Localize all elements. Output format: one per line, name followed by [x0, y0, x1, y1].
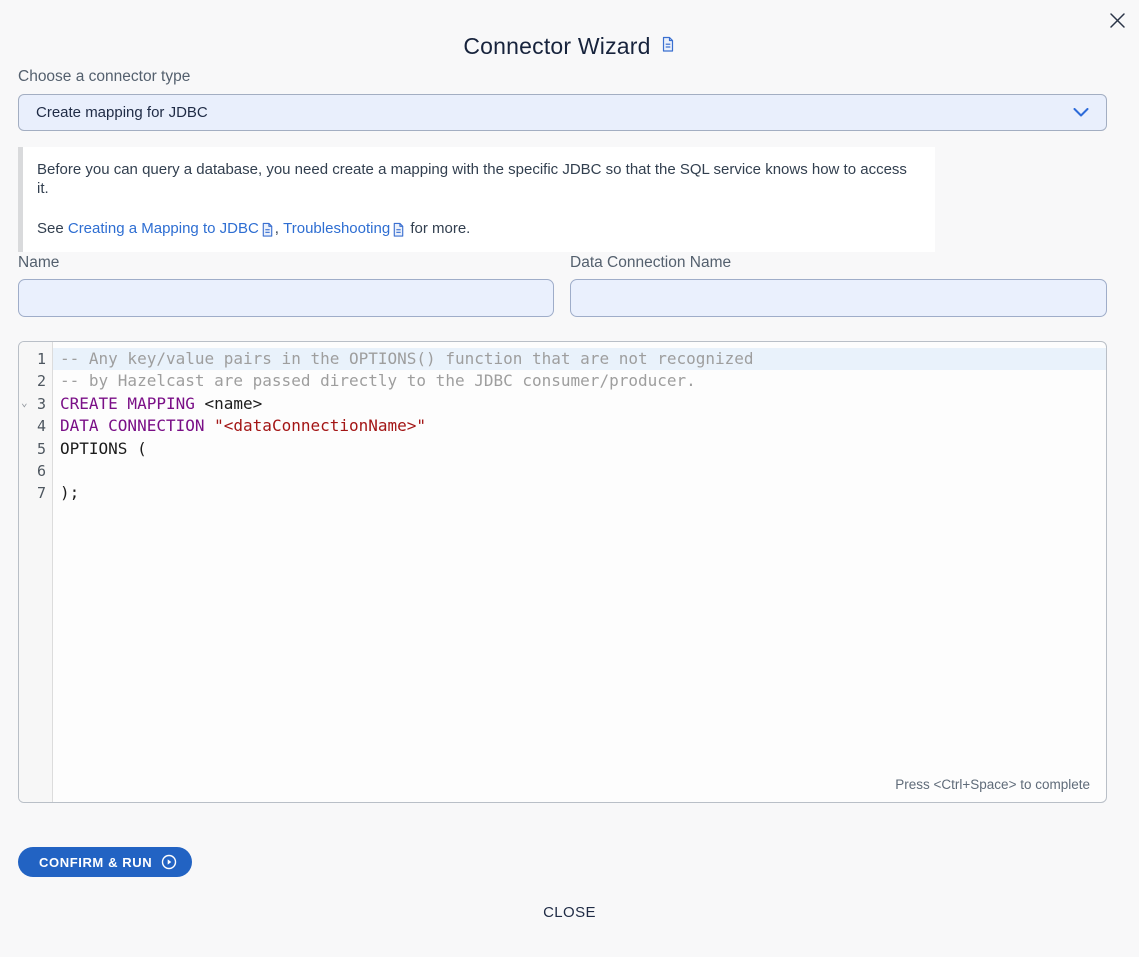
data-connection-name-input[interactable] [570, 279, 1107, 317]
line-number: 4 [19, 415, 52, 437]
code-line[interactable]: DATA CONNECTION "<dataConnectionName>" [53, 415, 1106, 437]
code-line[interactable]: ); [53, 482, 1106, 504]
info-suffix: for more. [406, 220, 470, 237]
line-number: 5 [19, 438, 52, 460]
code-line[interactable] [53, 460, 1106, 482]
connector-type-selected-value: Create mapping for JDBC [36, 104, 208, 121]
code-line[interactable]: OPTIONS ( [53, 438, 1106, 460]
info-box: Before you can query a database, you nee… [18, 147, 935, 252]
line-number: 7 [19, 482, 52, 504]
play-circle-icon [161, 854, 177, 870]
info-separator: , [275, 220, 283, 237]
connector-type-label: Choose a connector type [18, 68, 190, 86]
info-see-prefix: See [37, 220, 68, 237]
confirm-and-run-button[interactable]: CONFIRM & RUN [18, 847, 192, 877]
code-line[interactable]: -- by Hazelcast are passed directly to t… [53, 370, 1106, 392]
line-number: 1 [19, 348, 52, 370]
fold-chevron-icon[interactable]: ⌄ [21, 392, 28, 414]
data-connection-name-label: Data Connection Name [570, 254, 731, 272]
code-line[interactable]: -- Any key/value pairs in the OPTIONS() … [53, 348, 1106, 370]
close-icon[interactable] [1106, 9, 1128, 31]
editor-gutter: 12⌄34567 [19, 342, 53, 802]
document-icon[interactable] [660, 36, 676, 58]
name-label: Name [18, 254, 59, 272]
line-number: ⌄3 [19, 393, 52, 415]
confirm-button-label: CONFIRM & RUN [39, 855, 152, 870]
sql-code-editor[interactable]: 12⌄34567 -- Any key/value pairs in the O… [18, 341, 1107, 803]
name-input[interactable] [18, 279, 554, 317]
close-dialog-button[interactable]: CLOSE [0, 901, 1139, 923]
line-number: 6 [19, 460, 52, 482]
line-number: 2 [19, 370, 52, 392]
document-icon [260, 222, 275, 238]
connector-type-select[interactable]: Create mapping for JDBC [18, 94, 1107, 131]
link-troubleshooting[interactable]: Troubleshooting [283, 219, 406, 238]
page-title: Connector Wizard [463, 33, 650, 60]
autocomplete-hint: Press <Ctrl+Space> to complete [895, 777, 1090, 792]
dialog-header: Connector Wizard [0, 33, 1139, 60]
info-box-content: Before you can query a database, you nee… [23, 147, 935, 252]
link-label: Creating a Mapping to JDBC [68, 219, 259, 238]
document-icon [391, 222, 406, 238]
editor-code[interactable]: -- Any key/value pairs in the OPTIONS() … [53, 342, 1106, 802]
chevron-down-icon [1073, 104, 1089, 122]
code-line[interactable]: CREATE MAPPING <name> [53, 393, 1106, 415]
info-links-line: See Creating a Mapping to JDBC, Troubles… [37, 219, 917, 238]
link-creating-a-mapping-to-jdbc[interactable]: Creating a Mapping to JDBC [68, 219, 275, 238]
info-description: Before you can query a database, you nee… [37, 160, 917, 198]
link-label: Troubleshooting [283, 219, 390, 238]
